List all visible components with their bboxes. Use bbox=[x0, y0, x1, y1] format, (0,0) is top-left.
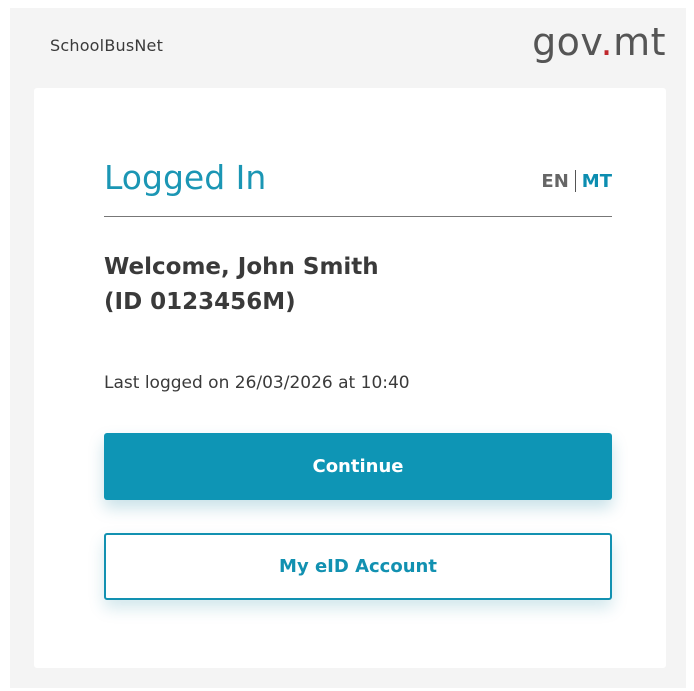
welcome-name: Welcome, John Smith bbox=[104, 254, 379, 280]
my-eid-account-button[interactable]: My eID Account bbox=[104, 533, 612, 600]
language-mt-link[interactable]: MT bbox=[582, 171, 612, 192]
logo-dot: . bbox=[600, 20, 614, 64]
last-logged-text: Last logged on 26/03/2026 at 10:40 bbox=[104, 373, 410, 393]
page-frame: SchoolBusNet gov.mt Logged In EN MT Welc… bbox=[10, 8, 686, 688]
logo-suffix: mt bbox=[613, 20, 666, 64]
continue-button[interactable]: Continue bbox=[104, 433, 612, 500]
welcome-id: (ID 0123456M) bbox=[104, 289, 296, 315]
login-card: Logged In EN MT Welcome, John Smith (ID … bbox=[34, 88, 666, 668]
language-switcher: EN MT bbox=[541, 170, 612, 192]
language-en-link[interactable]: EN bbox=[541, 171, 568, 192]
page-title: Logged In bbox=[104, 158, 267, 197]
gov-mt-logo[interactable]: gov.mt bbox=[532, 20, 666, 64]
welcome-message: Welcome, John Smith (ID 0123456M) bbox=[104, 250, 612, 320]
title-row: Logged In EN MT bbox=[104, 156, 612, 217]
app-name: SchoolBusNet bbox=[50, 36, 164, 55]
language-separator bbox=[574, 170, 576, 192]
logo-prefix: gov bbox=[532, 20, 601, 64]
